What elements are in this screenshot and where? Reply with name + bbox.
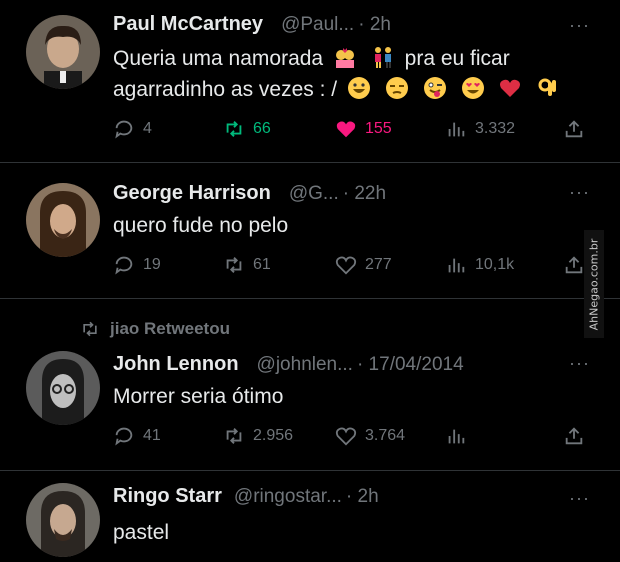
reply-icon	[115, 427, 133, 446]
tweet-text: Queria uma namorada pra eu ficar agarrad…	[113, 43, 564, 105]
timestamp[interactable]: · 2h	[358, 14, 391, 36]
heart-icon	[335, 256, 357, 275]
like-count: 277	[365, 256, 392, 273]
ok-hand-emoji	[538, 78, 557, 96]
avatar[interactable]	[26, 15, 100, 89]
tweet-header: Ringo Starr @ringostar... · 2h	[113, 485, 379, 508]
reply-icon	[115, 256, 133, 275]
tweet-george[interactable]: George Harrison @G... · 22h ··· quero fu…	[0, 163, 620, 298]
retweet-count: 66	[253, 120, 271, 137]
retweet-banner[interactable]: jiao Retweetou	[80, 319, 230, 339]
tweet-header: Paul McCartney @Paul... · 2h	[113, 13, 391, 36]
retweet-icon	[226, 428, 242, 444]
reply-count: 19	[143, 256, 161, 273]
views-button[interactable]	[445, 425, 475, 447]
author-handle[interactable]: @ringostar...	[234, 486, 342, 508]
reply-button[interactable]: 4	[113, 118, 152, 140]
retweet-button[interactable]: 66	[223, 118, 271, 140]
author-handle[interactable]: @johnlen...	[257, 354, 353, 376]
like-count: 155	[365, 120, 392, 137]
avatar[interactable]	[26, 351, 100, 425]
heart-icon	[336, 121, 356, 138]
analytics-icon	[448, 122, 465, 137]
tweet-actions: 19 61 277 10,1k	[113, 254, 593, 280]
watermark-text: AhNegao.com.br	[587, 238, 601, 330]
winking-tongue-emoji	[423, 77, 446, 99]
like-button[interactable]: 3.764	[335, 425, 405, 447]
views-button[interactable]: 3.332	[445, 118, 515, 140]
tweet-header: John Lennon @johnlen... · 17/04/2014	[113, 353, 464, 376]
tweet-text-line2: agarradinho as vezes : /	[113, 78, 338, 101]
share-button[interactable]	[563, 118, 593, 140]
reply-count: 4	[143, 120, 152, 137]
retweet-icon	[83, 321, 97, 337]
like-count: 3.764	[365, 427, 406, 444]
tweet-text-line1: Queria uma namorada	[113, 47, 324, 70]
author-name[interactable]: Ringo Starr	[113, 485, 222, 508]
timestamp[interactable]: · 22h	[343, 183, 386, 205]
tweet-text: Morrer seria ótimo	[113, 385, 284, 408]
like-button[interactable]: 277	[335, 254, 392, 276]
share-icon	[565, 256, 583, 274]
author-name[interactable]: Paul McCartney	[113, 13, 263, 36]
author-handle[interactable]: @G...	[289, 183, 339, 205]
tweet-paul[interactable]: Paul McCartney @Paul... · 2h ··· Queria …	[0, 0, 620, 162]
retweet-button[interactable]: 2.956	[223, 425, 293, 447]
reply-icon	[115, 120, 133, 139]
avatar[interactable]	[26, 183, 100, 257]
retweet-button[interactable]: 61	[223, 254, 271, 276]
views-count: 10,1k	[475, 256, 515, 273]
reply-count: 41	[143, 427, 161, 444]
author-name[interactable]: George Harrison	[113, 182, 271, 205]
author-handle[interactable]: @Paul...	[281, 14, 354, 36]
red-heart-emoji	[500, 79, 521, 97]
more-options-icon[interactable]: ···	[569, 353, 590, 374]
watermark: AhNegao.com.br	[584, 230, 604, 338]
tweet-actions: 41 2.956 3.764	[113, 425, 593, 451]
tweet-header: George Harrison @G... · 22h	[113, 182, 386, 205]
tweet-text-line1b: pra eu ficar	[404, 47, 510, 70]
retweet-count: 61	[253, 256, 271, 273]
retweet-count: 2.956	[253, 427, 294, 444]
tweet-actions: 4 66 155 3.332	[113, 118, 593, 144]
reply-button[interactable]: 19	[113, 254, 161, 276]
author-name[interactable]: John Lennon	[113, 353, 239, 376]
share-icon	[565, 120, 583, 138]
grinning-face-emoji	[347, 77, 370, 99]
timestamp[interactable]: · 2h	[346, 486, 379, 508]
reply-button[interactable]: 41	[113, 425, 161, 447]
heart-icon	[335, 427, 357, 446]
heart-eyes-emoji	[461, 77, 484, 99]
share-button[interactable]	[563, 425, 593, 447]
avatar[interactable]	[26, 483, 100, 557]
tweet-text: quero fude no pelo	[113, 214, 289, 237]
retweet-icon	[226, 121, 242, 137]
more-options-icon[interactable]: ···	[569, 182, 590, 203]
couple-with-heart-emoji	[335, 48, 354, 68]
tweet-text: pastel	[113, 521, 170, 544]
analytics-icon	[448, 258, 465, 273]
couple-holding-hands-emoji	[374, 47, 391, 68]
unamused-face-emoji	[385, 77, 408, 99]
tweet-john[interactable]: jiao Retweetou John Lennon @johnlen... ·…	[0, 299, 620, 470]
more-options-icon[interactable]: ···	[569, 15, 590, 36]
views-count: 3.332	[475, 120, 516, 137]
more-options-icon[interactable]: ···	[569, 488, 590, 509]
views-button[interactable]: 10,1k	[445, 254, 514, 276]
retweet-icon	[226, 257, 242, 273]
analytics-icon	[448, 429, 465, 444]
tweet-ringo[interactable]: Ringo Starr @ringostar... · 2h ··· paste…	[0, 471, 620, 562]
retweeted-by: jiao Retweetou	[110, 319, 230, 338]
timestamp[interactable]: · 17/04/2014	[357, 354, 464, 376]
like-button[interactable]: 155	[335, 118, 392, 140]
share-icon	[565, 427, 583, 445]
